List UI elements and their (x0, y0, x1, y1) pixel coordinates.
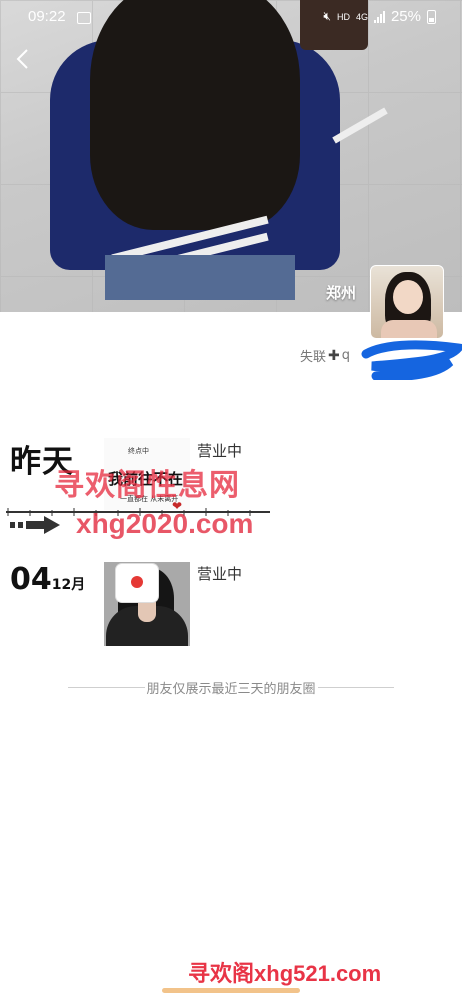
profile-signature: 失联 ✚ q (300, 346, 351, 366)
jeans-shape (105, 255, 295, 300)
watermark-arrow-icon (10, 516, 60, 534)
mute-icon: 🔇︎ (323, 9, 331, 23)
divider (317, 687, 395, 688)
watermark-url: xhg2020.com (76, 508, 254, 539)
post-status[interactable]: 营业中 (197, 440, 242, 461)
post-image[interactable] (104, 562, 190, 646)
image-icon (77, 12, 91, 24)
battery-icon (427, 9, 436, 24)
watermark-bottom: 寻欢阁xhg521.com (188, 956, 381, 988)
signature-prefix: 失联 (300, 350, 327, 365)
status-bar: 09:22 🔇︎ HD 4G 25% (0, 8, 462, 32)
watermark-bottom-cn: 寻欢阁 (188, 962, 255, 987)
home-indicator[interactable] (162, 988, 300, 993)
plus-icon: ✚ (328, 347, 340, 364)
network-label: 4G (355, 11, 368, 22)
avatar-body (381, 320, 437, 338)
photo-neck (138, 602, 156, 622)
back-icon[interactable] (13, 46, 33, 72)
city-label: 郑州 (326, 284, 357, 302)
post-date-month: 12月 (51, 577, 86, 593)
signal-icon (373, 10, 385, 23)
divider (68, 687, 145, 688)
feed-limit-text: 朋友仅展示最近三天的朋友圈 (146, 682, 316, 697)
watermark-text: 寻欢阁性息网 (54, 468, 240, 503)
avatar-face (393, 280, 423, 314)
post-image-text: 终点中 (128, 447, 149, 455)
status-time: 09:22 (28, 8, 66, 25)
status-right: 🔇︎ HD 4G 25% (323, 8, 436, 25)
avatar[interactable] (370, 265, 444, 339)
redaction-scribble (361, 340, 462, 380)
signature-rest: q (341, 348, 351, 363)
cover-figure (30, 0, 388, 312)
hd-label: HD (336, 11, 350, 22)
post-date: 0412月 (10, 562, 85, 597)
hair-shape (90, 0, 300, 230)
feed-limit-note: 朋友仅展示最近三天的朋友圈 (68, 678, 395, 697)
watermark-bottom-url: xhg521.com (254, 961, 382, 986)
post-date-day: 04 (10, 562, 52, 597)
post-status[interactable]: 营业中 (197, 563, 242, 584)
dice-sticker-icon (116, 564, 158, 602)
battery-label: 25% (390, 8, 421, 25)
